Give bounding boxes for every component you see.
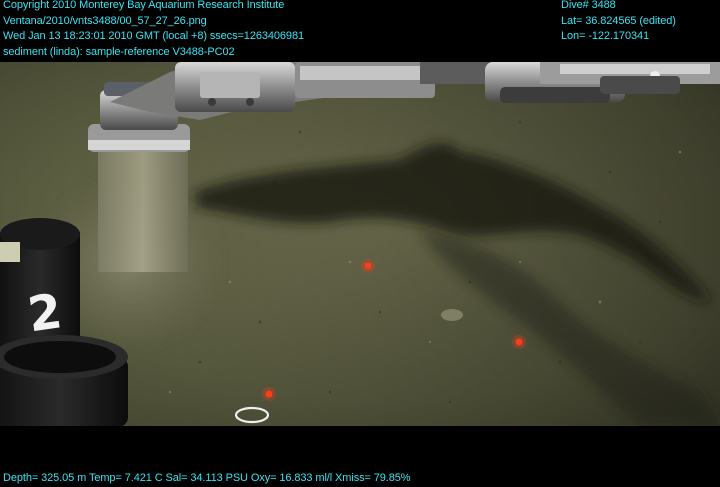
latitude-text: Lat= 36.824565 (edited) (561, 14, 676, 27)
longitude-text: Lon= -122.170341 (561, 30, 650, 42)
image-path-text: Ventana/2010/vnts3488/00_57_27_26.png (3, 14, 207, 27)
dive-number-text: Dive# 3488 (561, 0, 616, 11)
overlay-top-right: Dive# 3488 Lat= 36.824565 (edited) Lon= … (561, 0, 676, 45)
sensor-readout-text: Depth= 325.05 m Temp= 7.421 C Sal= 34.11… (3, 472, 411, 484)
overlay-top-left: Copyright 2010 Monterey Bay Aquarium Res… (3, 0, 304, 60)
video-frame: 2 Copyright 2010 Monterey Bay Aquarium R… (0, 0, 720, 486)
copyright-text: Copyright 2010 Monterey Bay Aquarium Res… (3, 0, 285, 11)
seafloor-image: 2 (0, 62, 720, 426)
seafloor-scene: 2 (0, 62, 720, 426)
overlay-sensor-readout: Depth= 325.05 m Temp= 7.421 C Sal= 34.11… (3, 471, 411, 487)
timestamp-text: Wed Jan 13 18:23:01 2010 GMT (local +8) … (3, 30, 304, 42)
sample-reference-text: sediment (linda): sample-reference V3488… (3, 45, 235, 58)
